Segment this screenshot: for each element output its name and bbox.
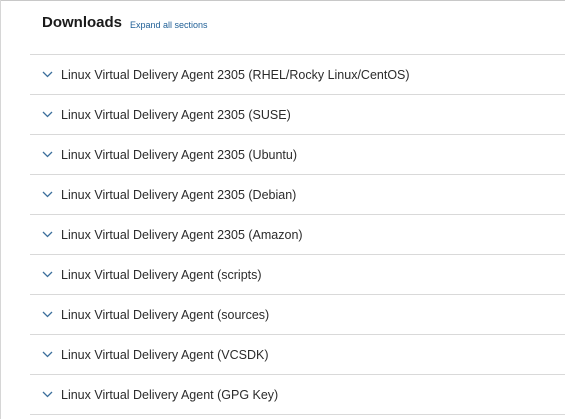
section-label: Linux Virtual Delivery Agent (VCSDK)	[61, 347, 269, 362]
section-label: Linux Virtual Delivery Agent 2305 (RHEL/…	[61, 67, 410, 82]
top-border	[0, 0, 565, 1]
downloads-title: Downloads	[42, 14, 123, 31]
section-vcsdk[interactable]: Linux Virtual Delivery Agent (VCSDK)	[30, 335, 565, 375]
expand-all-sections-link[interactable]: Expand all sections	[130, 14, 208, 34]
section-amazon[interactable]: Linux Virtual Delivery Agent 2305 (Amazo…	[30, 215, 565, 255]
chevron-down-icon	[41, 309, 53, 321]
chevron-down-icon	[41, 109, 53, 121]
section-label: Linux Virtual Delivery Agent (scripts)	[61, 267, 262, 282]
left-border	[0, 0, 1, 419]
section-label: Linux Virtual Delivery Agent (GPG Key)	[61, 387, 279, 402]
section-label: Linux Virtual Delivery Agent (sources)	[61, 307, 270, 322]
downloads-panel: Downloads Expand all sections Linux Virt…	[30, 14, 565, 415]
section-gpg-key[interactable]: Linux Virtual Delivery Agent (GPG Key)	[30, 375, 565, 415]
downloads-header: Downloads Expand all sections	[30, 14, 565, 55]
section-label: Linux Virtual Delivery Agent 2305 (SUSE)	[61, 107, 291, 122]
section-suse[interactable]: Linux Virtual Delivery Agent 2305 (SUSE)	[30, 95, 565, 135]
section-sources[interactable]: Linux Virtual Delivery Agent (sources)	[30, 295, 565, 335]
chevron-down-icon	[41, 189, 53, 201]
section-label: Linux Virtual Delivery Agent 2305 (Debia…	[61, 187, 297, 202]
section-label: Linux Virtual Delivery Agent 2305 (Amazo…	[61, 227, 303, 242]
chevron-down-icon	[41, 69, 53, 81]
chevron-down-icon	[41, 269, 53, 281]
chevron-down-icon	[41, 349, 53, 361]
downloads-section-list: Linux Virtual Delivery Agent 2305 (RHEL/…	[30, 55, 565, 415]
section-ubuntu[interactable]: Linux Virtual Delivery Agent 2305 (Ubunt…	[30, 135, 565, 175]
section-label: Linux Virtual Delivery Agent 2305 (Ubunt…	[61, 147, 298, 162]
section-scripts[interactable]: Linux Virtual Delivery Agent (scripts)	[30, 255, 565, 295]
chevron-down-icon	[41, 229, 53, 241]
chevron-down-icon	[41, 149, 53, 161]
chevron-down-icon	[41, 389, 53, 401]
section-rhel-rocky-centos[interactable]: Linux Virtual Delivery Agent 2305 (RHEL/…	[30, 55, 565, 95]
section-debian[interactable]: Linux Virtual Delivery Agent 2305 (Debia…	[30, 175, 565, 215]
